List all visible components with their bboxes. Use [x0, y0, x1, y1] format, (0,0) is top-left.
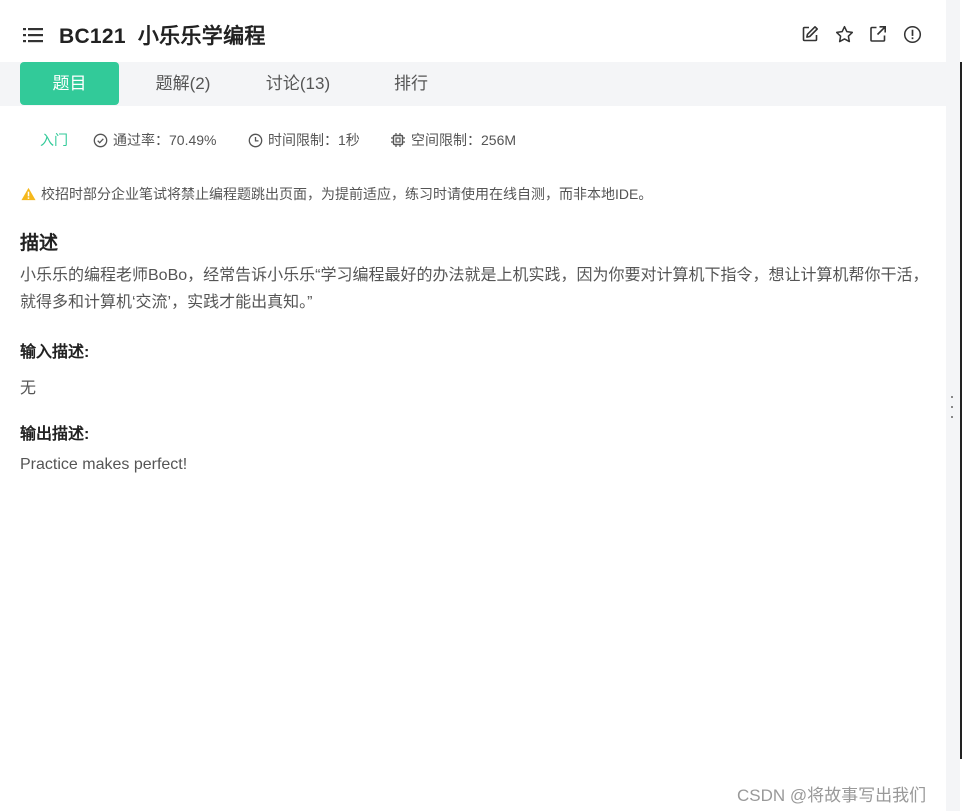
page-title: BC121 小乐乐学编程 — [59, 20, 266, 50]
header-actions — [800, 24, 922, 44]
star-icon — [835, 25, 853, 42]
report-button[interactable] — [902, 24, 922, 44]
list-menu-icon[interactable] — [23, 27, 43, 43]
problem-tabs: 题目 题解(2) 讨论(13) 排行 — [0, 62, 946, 106]
space-limit: 空间限制：256M — [390, 130, 516, 150]
output-heading: 输出描述: — [20, 426, 90, 443]
exam-notice: 校招时部分企业笔试将禁止编程题跳出页面，为提前适应，练习时请使用在线自测，而非本… — [21, 184, 652, 204]
output-text: Practice makes perfect! — [20, 456, 188, 473]
notice-text: 校招时部分企业笔试将禁止编程题跳出页面，为提前适应，练习时请使用在线自测，而非本… — [41, 186, 653, 202]
edit-button[interactable] — [800, 24, 820, 44]
external-link-icon — [870, 26, 886, 42]
difficulty-level: 入门 — [40, 132, 68, 148]
description-text: 小乐乐的编程老师BoBo，经常告诉小乐乐“学习编程最好的办法就是上机实践，因为你… — [20, 267, 929, 311]
handle-dot — [951, 396, 953, 398]
tab-problem[interactable]: 题目 — [20, 62, 119, 105]
handle-dot — [951, 416, 953, 418]
space-limit-text: 空间限制：256M — [411, 132, 517, 148]
problem-id: BC121 — [59, 25, 126, 48]
description-heading: 描述 — [20, 233, 59, 254]
tab-solutions[interactable]: 题解(2) — [140, 62, 226, 105]
problem-meta: 入门 通过率：70.49% 时间限制：1秒 空间限制：256M — [0, 127, 946, 151]
pass-rate: 通过率：70.49% — [93, 130, 216, 150]
edit-icon — [802, 26, 818, 42]
input-text: 无 — [20, 380, 37, 397]
time-limit: 时间限制：1秒 — [248, 130, 360, 150]
problem-name: 小乐乐学编程 — [137, 25, 266, 48]
input-heading: 输入描述: — [20, 344, 90, 361]
chip-icon — [391, 133, 405, 147]
tab-discussion[interactable]: 讨论(13) — [250, 62, 346, 105]
alert-icon — [903, 25, 921, 43]
problem-page: BC121 小乐乐学编程 题目 题解(2) 讨论(13) 排行 入门 通过率：7… — [0, 0, 963, 811]
problem-header: BC121 小乐乐学编程 — [0, 0, 946, 62]
favorite-button[interactable] — [834, 24, 854, 44]
share-button[interactable] — [868, 24, 888, 44]
time-limit-text: 时间限制：1秒 — [268, 132, 360, 148]
clock-icon — [248, 133, 263, 147]
check-circle-icon — [93, 133, 108, 147]
handle-dot — [951, 406, 953, 408]
pass-rate-text: 通过率：70.49% — [113, 132, 217, 148]
panel-divider — [960, 62, 962, 759]
warning-icon — [21, 187, 36, 201]
watermark: CSDN @将故事写出我们 — [737, 786, 927, 805]
splitter-handle[interactable] — [949, 396, 955, 418]
tab-ranking[interactable]: 排行 — [380, 62, 442, 105]
